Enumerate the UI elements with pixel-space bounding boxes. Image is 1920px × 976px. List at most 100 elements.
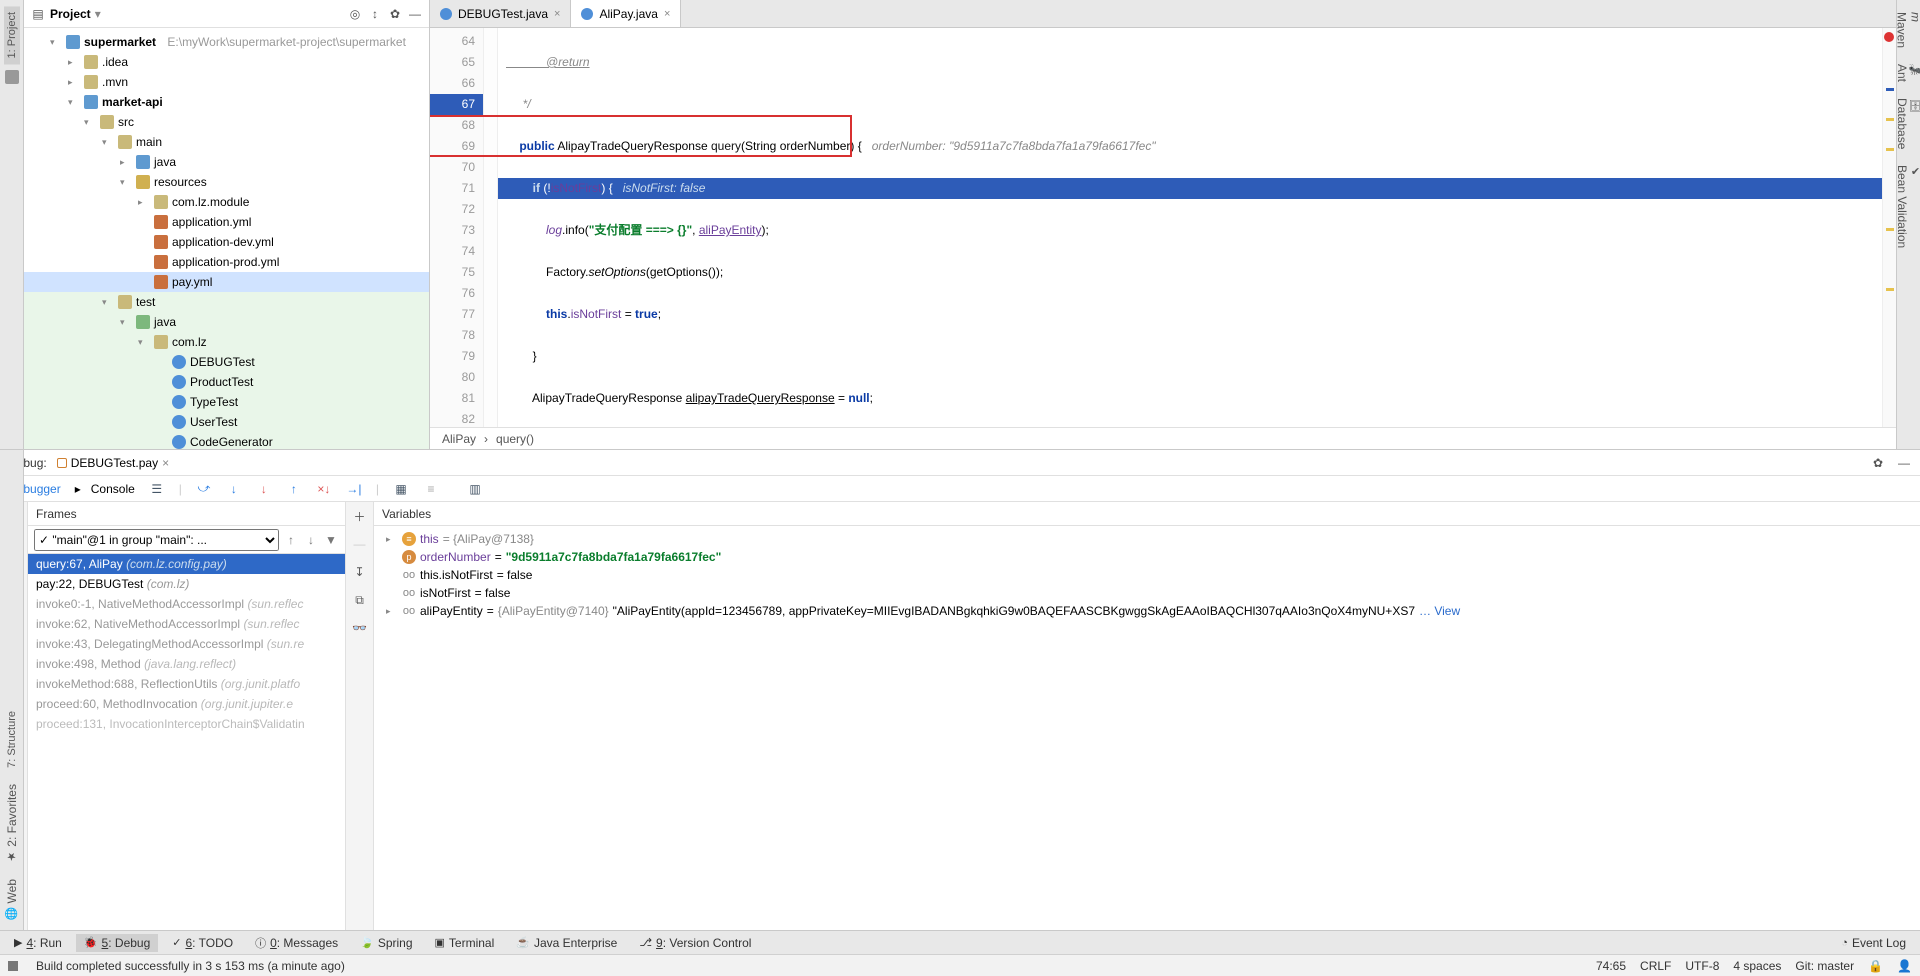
tree-class-typetest[interactable]: TypeTest bbox=[24, 392, 429, 412]
tree-folder-test[interactable]: ▾test bbox=[24, 292, 429, 312]
frame-row[interactable]: invokeMethod:688, ReflectionUtils (org.j… bbox=[28, 674, 345, 694]
status-line-ending[interactable]: CRLF bbox=[1640, 959, 1671, 973]
breadcrumb-method[interactable]: query() bbox=[496, 432, 534, 446]
filter-icon[interactable]: ▼ bbox=[323, 532, 339, 548]
drop-frame-icon[interactable]: ×↓ bbox=[316, 481, 332, 497]
tw-terminal[interactable]: ▣ Terminal bbox=[427, 934, 503, 952]
nav-icon[interactable]: ↧ bbox=[352, 564, 368, 580]
console-tab-btn[interactable]: ▸Console bbox=[75, 482, 135, 496]
right-tab-database[interactable]: 🗄Database bbox=[1893, 92, 1920, 155]
close-icon[interactable]: × bbox=[554, 8, 560, 20]
frame-row[interactable]: proceed:131, InvocationInterceptorChain$… bbox=[28, 714, 345, 734]
tw-todo[interactable]: ✓ 6: TODO bbox=[164, 934, 241, 952]
left-tab-favorites[interactable]: ★ 2: Favorites bbox=[3, 778, 21, 869]
tree-class-codegen[interactable]: CodeGenerator bbox=[24, 432, 429, 449]
frames-list[interactable]: query:67, AliPay (com.lz.config.pay) pay… bbox=[28, 554, 345, 930]
right-tab-ant[interactable]: 🐜Ant bbox=[1893, 58, 1920, 88]
left-gutter-icon[interactable] bbox=[5, 70, 19, 84]
project-tree[interactable]: ▾supermarket E:\myWork\supermarket-proje… bbox=[24, 28, 429, 449]
right-tab-maven[interactable]: mMaven bbox=[1893, 6, 1920, 54]
hide-icon[interactable]: — bbox=[407, 6, 423, 22]
var-row[interactable]: ▸ooaliPayEntity = {AliPayEntity@7140} "A… bbox=[374, 602, 1920, 620]
var-row[interactable]: oothis.isNotFirst = false bbox=[374, 566, 1920, 584]
tree-folder-java[interactable]: ▸java bbox=[24, 152, 429, 172]
tree-folder-main[interactable]: ▾main bbox=[24, 132, 429, 152]
step-into-icon[interactable]: ↓ bbox=[226, 481, 242, 497]
trace-icon[interactable]: ≡ bbox=[423, 481, 439, 497]
tw-vcs[interactable]: ⎇ 9: Version Control bbox=[631, 934, 759, 952]
prev-frame-icon[interactable]: ↑ bbox=[283, 532, 299, 548]
gear-icon[interactable]: ✿ bbox=[1870, 455, 1886, 471]
layout-icon[interactable]: ▥ bbox=[467, 481, 483, 497]
tree-pkg-comlzmodule[interactable]: ▸com.lz.module bbox=[24, 192, 429, 212]
left-tab-web[interactable]: 🌐 Web bbox=[3, 873, 21, 926]
project-title[interactable]: Project bbox=[50, 7, 91, 21]
view-link[interactable]: … View bbox=[1419, 604, 1460, 618]
frame-row[interactable]: pay:22, DEBUGTest (com.lz) bbox=[28, 574, 345, 594]
tw-messages[interactable]: ⓘ 0: Messages bbox=[247, 933, 346, 953]
var-row[interactable]: ooisNotFirst = false bbox=[374, 584, 1920, 602]
var-row[interactable]: ▸≡this = {AliPay@7138} bbox=[374, 530, 1920, 548]
right-tab-bean[interactable]: ✔Bean Validation bbox=[1893, 159, 1920, 254]
frame-row[interactable]: invoke0:-1, NativeMethodAccessorImpl (su… bbox=[28, 594, 345, 614]
tree-class-debugtest[interactable]: DEBUGTest bbox=[24, 352, 429, 372]
tree-class-producttest[interactable]: ProductTest bbox=[24, 372, 429, 392]
breadcrumb[interactable]: AliPay › query() bbox=[430, 427, 1896, 449]
left-tab-project[interactable]: 1: Project bbox=[4, 6, 20, 64]
left-tab-structure[interactable]: 7: Structure bbox=[4, 705, 20, 774]
tree-folder-resources[interactable]: ▾resources bbox=[24, 172, 429, 192]
status-git[interactable]: Git: master bbox=[1795, 959, 1854, 973]
remove-icon[interactable]: — bbox=[352, 536, 368, 552]
frame-row[interactable]: proceed:60, MethodInvocation (org.junit.… bbox=[28, 694, 345, 714]
step-out-icon[interactable]: ↑ bbox=[286, 481, 302, 497]
tree-class-usertest[interactable]: UserTest bbox=[24, 412, 429, 432]
tree-file-pay-yml[interactable]: pay.yml bbox=[24, 272, 429, 292]
status-caret-pos[interactable]: 74:65 bbox=[1596, 959, 1626, 973]
status-encoding[interactable]: UTF-8 bbox=[1685, 959, 1719, 973]
tree-file-application-dev-yml[interactable]: application-dev.yml bbox=[24, 232, 429, 252]
evaluate-icon[interactable]: ▦ bbox=[393, 481, 409, 497]
tw-debug[interactable]: 🐞 5: Debug bbox=[76, 934, 158, 952]
tree-folder-mvn[interactable]: ▸.mvn bbox=[24, 72, 429, 92]
debug-config-tab[interactable]: DEBUGTest.pay × bbox=[57, 456, 169, 470]
lock-icon[interactable]: 🔒 bbox=[1868, 959, 1883, 973]
tree-file-application-yml[interactable]: application.yml bbox=[24, 212, 429, 232]
thread-select[interactable]: ✓ "main"@1 in group "main": ... bbox=[34, 529, 279, 551]
frame-row[interactable]: invoke:62, NativeMethodAccessorImpl (sun… bbox=[28, 614, 345, 634]
expand-icon[interactable]: ↕ bbox=[367, 6, 383, 22]
tw-java-enterprise[interactable]: ☕ Java Enterprise bbox=[508, 934, 625, 952]
tree-module-market-api[interactable]: ▾market-api bbox=[24, 92, 429, 112]
step-over-icon[interactable]: ⤻ bbox=[196, 481, 212, 497]
hector-icon[interactable]: 👤 bbox=[1897, 959, 1912, 973]
code-text[interactable]: @return */ public AlipayTradeQueryRespon… bbox=[498, 28, 1882, 427]
target-icon[interactable]: ◎ bbox=[347, 6, 363, 22]
var-row[interactable]: porderNumber = "9d5911a7c7fa8bda7fa1a79f… bbox=[374, 548, 1920, 566]
status-indent[interactable]: 4 spaces bbox=[1733, 959, 1781, 973]
force-step-into-icon[interactable]: ↓ bbox=[256, 481, 272, 497]
tree-folder-idea[interactable]: ▸.idea bbox=[24, 52, 429, 72]
variables-list[interactable]: ▸≡this = {AliPay@7138} porderNumber = "9… bbox=[374, 526, 1920, 930]
gear-icon[interactable]: ✿ bbox=[387, 6, 403, 22]
tree-file-application-prod-yml[interactable]: application-prod.yml bbox=[24, 252, 429, 272]
code-area[interactable]: 64656667686970717273747576777879808182 @… bbox=[430, 28, 1896, 427]
tree-pkg-comlz[interactable]: ▾com.lz bbox=[24, 332, 429, 352]
tree-folder-test-java[interactable]: ▾java bbox=[24, 312, 429, 332]
breadcrumb-class[interactable]: AliPay bbox=[442, 432, 476, 446]
tw-spring[interactable]: 🍃 Spring bbox=[352, 934, 420, 952]
status-icon[interactable] bbox=[8, 961, 18, 971]
editor-tab-alipay[interactable]: AliPay.java× bbox=[571, 0, 681, 27]
project-dropdown-icon[interactable]: ▾ bbox=[95, 7, 101, 21]
editor-tab-debugtest[interactable]: DEBUGTest.java× bbox=[430, 0, 571, 27]
frame-row[interactable]: query:67, AliPay (com.lz.config.pay) bbox=[28, 554, 345, 574]
add-icon[interactable]: ＋ bbox=[352, 508, 368, 524]
error-stripe[interactable] bbox=[1882, 28, 1896, 427]
hide-icon[interactable]: — bbox=[1896, 455, 1912, 471]
frame-row[interactable]: invoke:43, DelegatingMethodAccessorImpl … bbox=[28, 634, 345, 654]
close-icon[interactable]: × bbox=[664, 8, 670, 20]
tree-root[interactable]: ▾supermarket E:\myWork\supermarket-proje… bbox=[24, 32, 429, 52]
tree-folder-src[interactable]: ▾src bbox=[24, 112, 429, 132]
copy-icon[interactable]: ⧉ bbox=[352, 592, 368, 608]
gutter-bar[interactable] bbox=[484, 28, 498, 427]
run-to-cursor-icon[interactable]: →| bbox=[346, 481, 362, 497]
threads-icon[interactable]: ☰ bbox=[149, 481, 165, 497]
